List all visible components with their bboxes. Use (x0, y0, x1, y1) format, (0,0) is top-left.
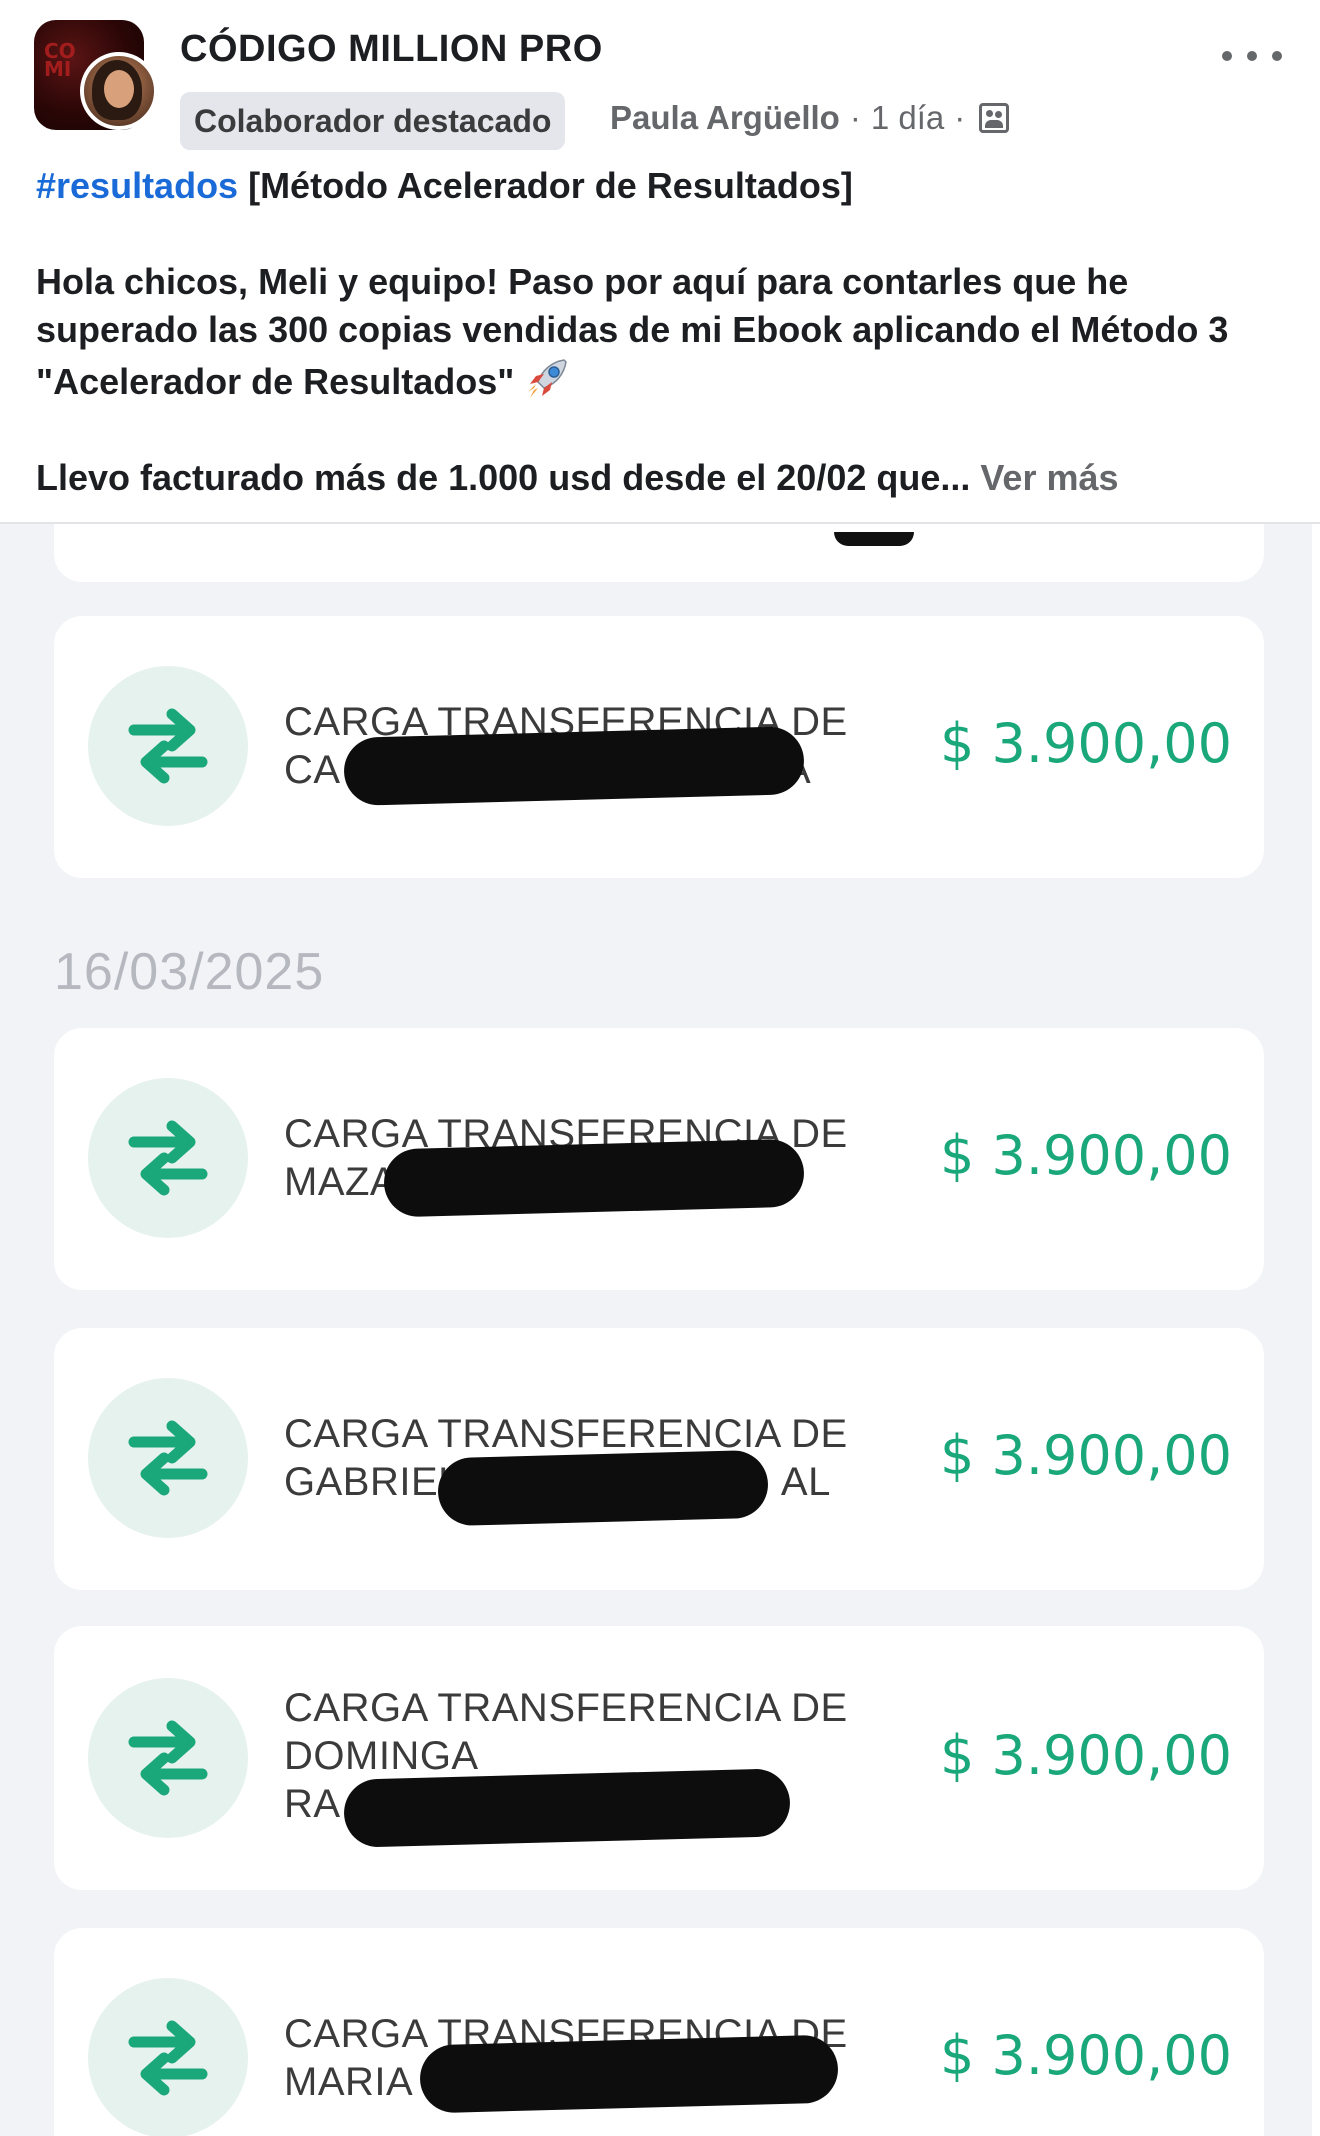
post-paragraph-text: Hola chicos, Meli y equipo! Paso por aqu… (36, 261, 1229, 402)
group-logo-mark: CO MI (44, 39, 76, 81)
transaction-line: CARGA TRANSFERENCIA DE (284, 1686, 848, 1730)
transfer-icon (88, 1978, 248, 2136)
date-heading: 16/03/2025 (54, 943, 325, 1001)
redaction-mark (343, 725, 805, 807)
more-dot (1247, 51, 1257, 61)
author-name-link[interactable]: Paula Argüello (610, 99, 840, 137)
redaction-mark (419, 2034, 839, 2114)
transaction-card: CARGA TRANSFERENCIA DE CANA $ 3.900,00 (54, 616, 1264, 878)
post-header: CO MI CÓDIGO MILLION PRO Colaborador dest… (0, 0, 1320, 522)
see-more-link[interactable]: Ver más (980, 457, 1118, 498)
more-options-icon[interactable] (1222, 36, 1282, 76)
rocket-emoji-icon (528, 359, 568, 398)
avatar-face (104, 70, 134, 108)
group-audience-icon (979, 103, 1010, 133)
more-dot (1222, 51, 1232, 61)
meta-separator: · (954, 99, 966, 136)
post-paragraph: Llevo facturado más de 1.000 usd desde e… (36, 454, 1296, 502)
transfer-icon (88, 666, 248, 826)
post-time-link[interactable]: 1 día (871, 99, 944, 137)
redaction-mark (437, 1449, 769, 1527)
transaction-card: CARGA TRANSFERENCIA DE GABRIEL AL $ 3.900… (54, 1328, 1264, 1590)
transfer-icon (88, 1378, 248, 1538)
top-contributor-badge[interactable]: Colaborador destacado (180, 92, 566, 150)
transaction-amount: $ 3.900,00 (940, 1424, 1232, 1487)
transaction-card: CARGA TRANSFERENCIA DE MARIA $ 3.900,00 (54, 1928, 1264, 2136)
redaction-mark (343, 1768, 791, 1848)
transaction-card: CARGA TRANSFERENCIA DE DOMINGA RA $ 3.90… (54, 1626, 1264, 1890)
transaction-card-partial (54, 524, 1264, 582)
transaction-amount: $ 3.900,00 (940, 1724, 1232, 1787)
post-paragraph-text: Llevo facturado más de 1.000 usd desde e… (36, 457, 971, 498)
post-text: #resultados [Método Acelerador de Result… (36, 162, 1296, 502)
more-dot (1272, 51, 1282, 61)
group-name-link[interactable]: CÓDIGO MILLION PRO (180, 28, 603, 71)
transaction-amount: $ 3.900,00 (940, 2024, 1232, 2087)
hashtag-link[interactable]: #resultados (36, 165, 238, 206)
redaction-mark (834, 532, 914, 546)
transaction-amount: $ 3.900,00 (940, 712, 1232, 775)
transaction-amount: $ 3.900,00 (940, 1124, 1232, 1187)
transaction-line: CARGA TRANSFERENCIA DE (284, 1412, 848, 1456)
post-title: [Método Acelerador de Resultados] (238, 165, 853, 206)
meta-separator: · (849, 99, 861, 136)
post-title-line: #resultados [Método Acelerador de Result… (36, 162, 1296, 210)
author-avatar[interactable] (80, 52, 158, 130)
redaction-mark (383, 1138, 805, 1218)
transfer-icon (88, 1678, 248, 1838)
transaction-card: CARGA TRANSFERENCIA DE MAZAIA $ 3.900,00 (54, 1028, 1264, 1290)
post-meta: Paula Argüello · 1 día · (610, 94, 1010, 142)
post-paragraph: Hola chicos, Meli y equipo! Paso por aqu… (36, 258, 1296, 406)
post-image[interactable]: CARGA TRANSFERENCIA DE CANA $ 3.900,00 1… (0, 522, 1320, 2136)
transfer-icon (88, 1078, 248, 1238)
